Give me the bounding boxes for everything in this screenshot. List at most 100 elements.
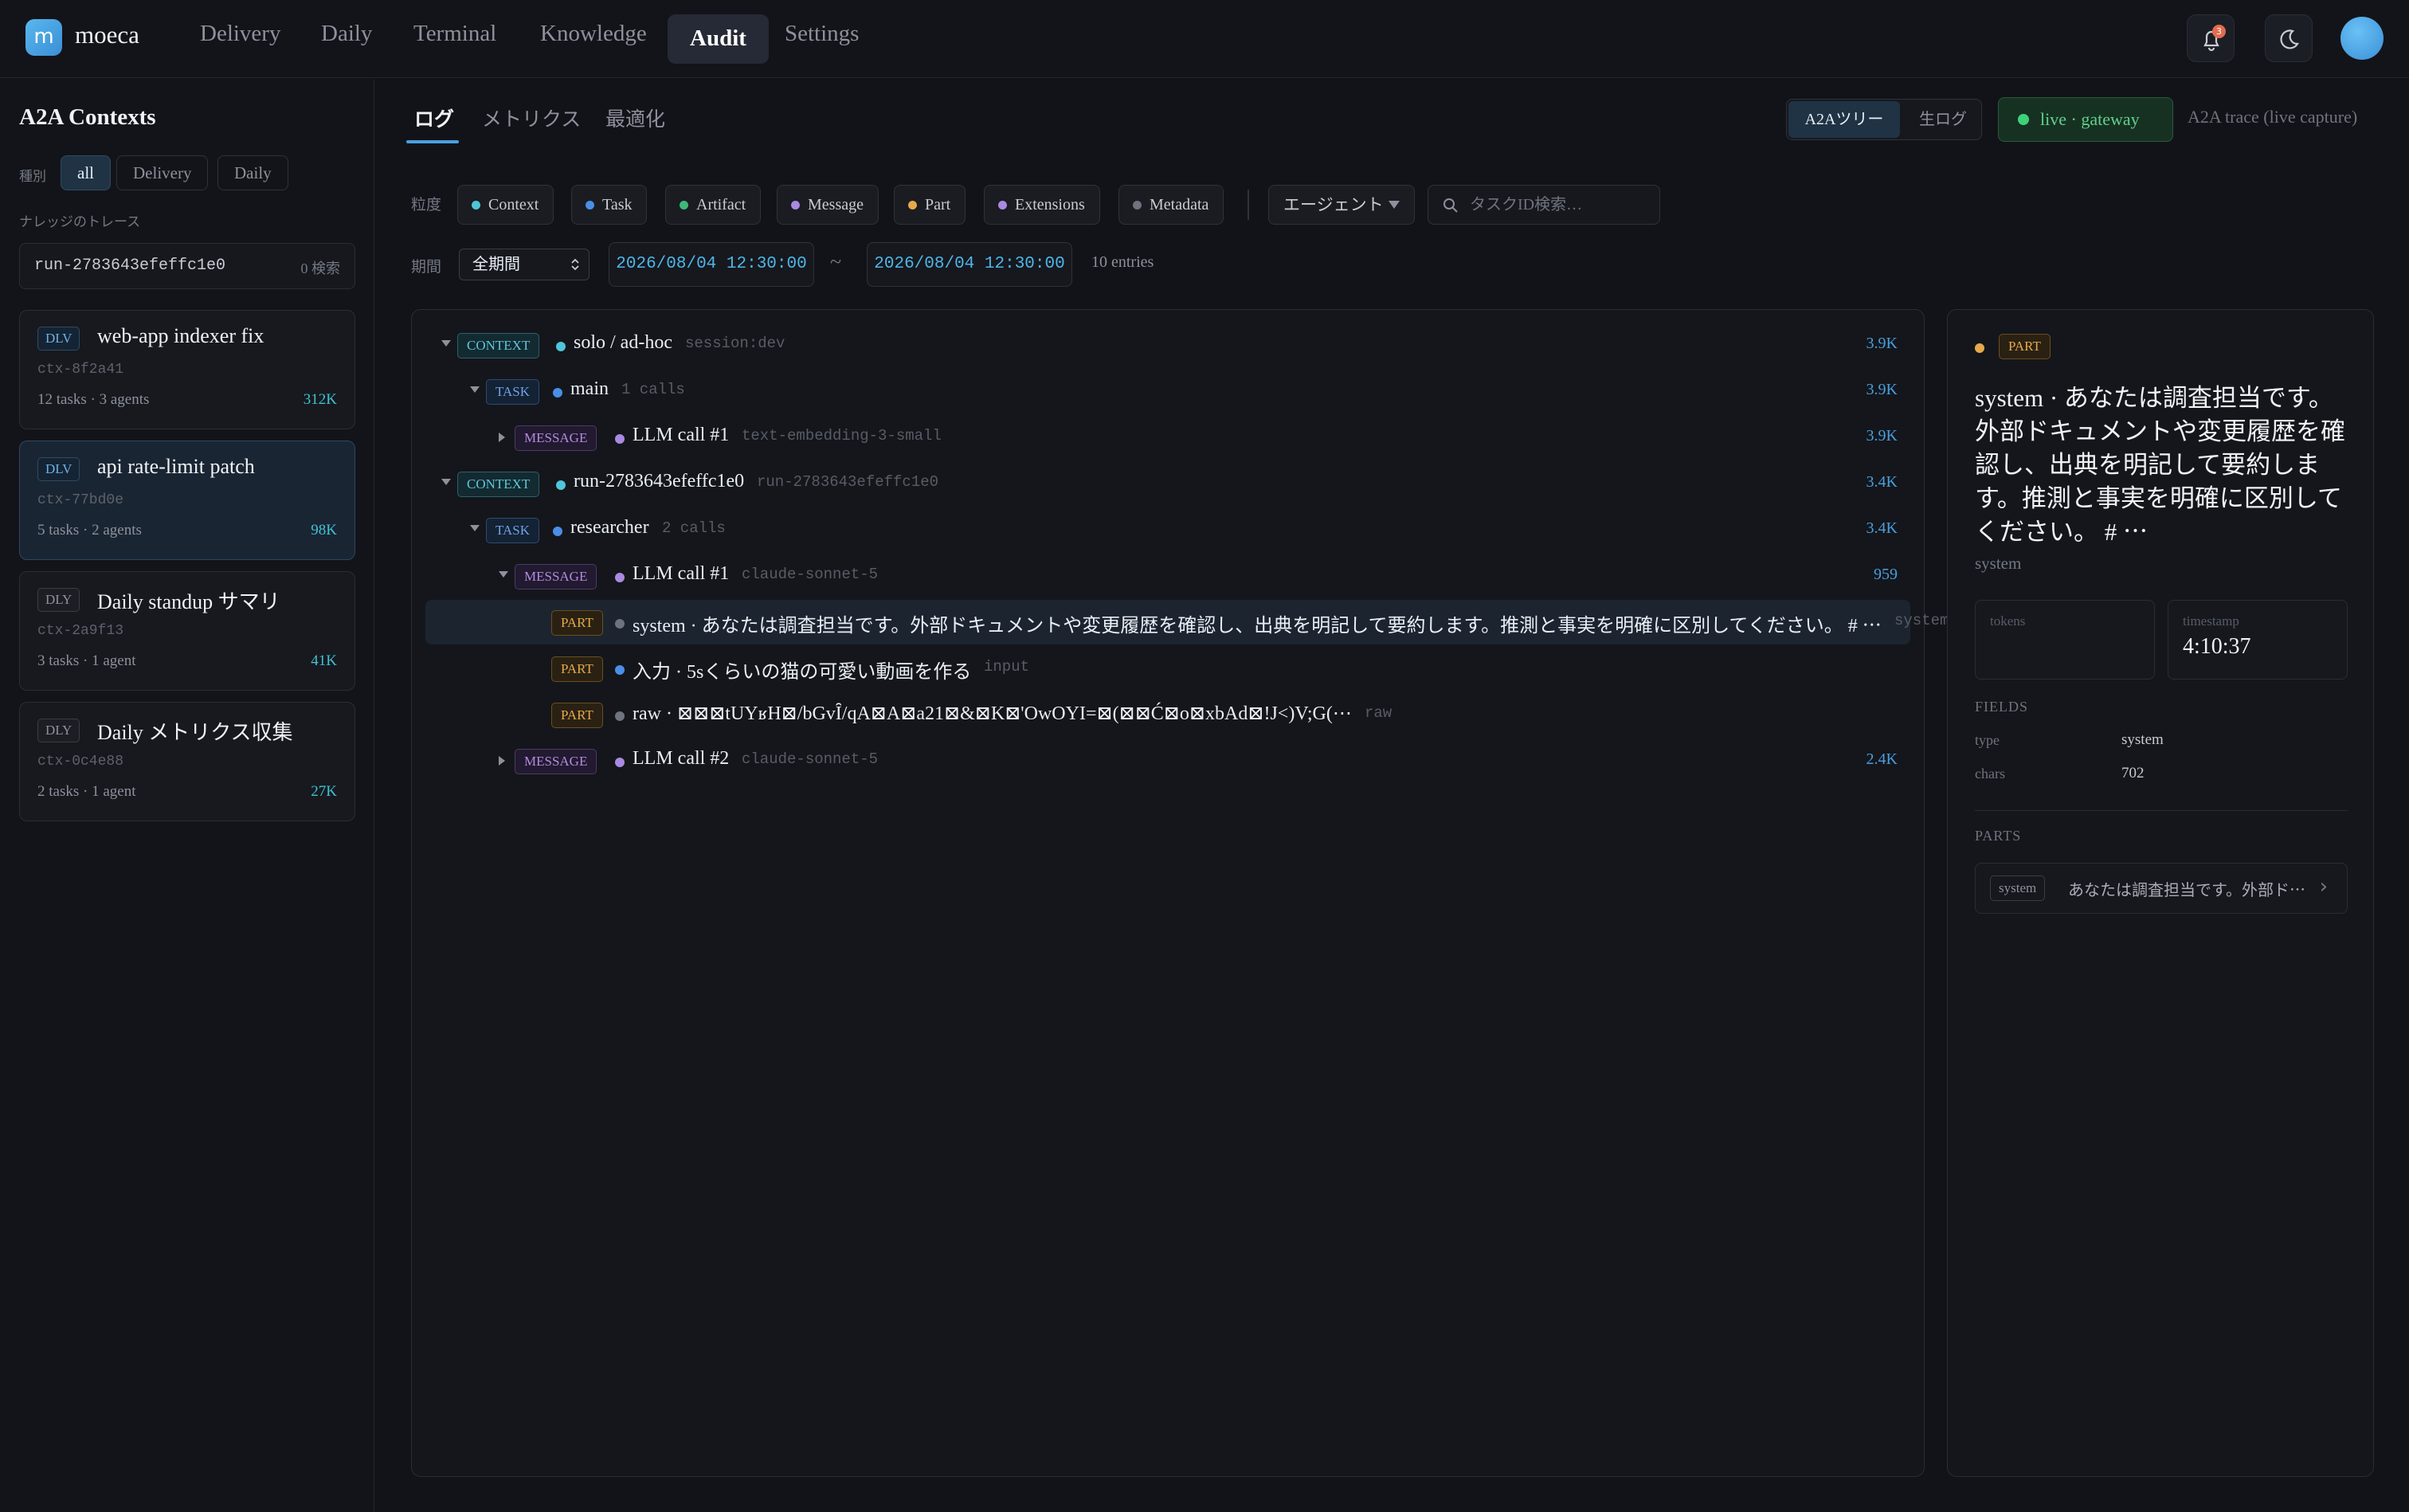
date-to-input[interactable]: 2026/08/04 12:30:00	[867, 242, 1072, 287]
trace-search-count: 0 検索	[300, 260, 341, 276]
filter-metadata-chip[interactable]: Metadata	[1118, 185, 1224, 225]
tree-row[interactable]: PART raw · ⊠⊠⊠tUYʁH⊠/bGvȊ/qA⊠A⊠a21⊠&⊠K⊠'O…	[425, 692, 1910, 737]
tree-row[interactable]: MESSAGE LLM call #1 text-embedding-3-small…	[425, 415, 1910, 460]
search-icon	[1443, 198, 1458, 213]
top-navigation-bar: m moeca Delivery Daily Terminal Knowledg…	[0, 0, 2409, 78]
tree-row[interactable]: PART 入力 · 5sくらいの猫の可愛い動画を作る input	[425, 646, 1910, 691]
period-label: 期間	[411, 259, 442, 276]
nav-terminal[interactable]: Terminal	[413, 21, 496, 47]
node-subtitle: text-embedding-3-small	[742, 427, 942, 445]
filter-daily-chip[interactable]: Daily	[217, 155, 288, 190]
filter-context-chip[interactable]: Context	[457, 185, 554, 225]
node-subtitle: 1 calls	[621, 381, 685, 398]
nav-settings[interactable]: Settings	[785, 21, 859, 47]
tree-row[interactable]: PART system · あなたは調査担当です。外部ドキュメントや変更履歴を確認…	[425, 600, 1949, 644]
context-token-count: 98K	[311, 522, 337, 539]
caret-down-icon[interactable]	[441, 340, 451, 347]
user-avatar[interactable]	[2340, 17, 2384, 60]
message-dot-icon	[791, 201, 800, 210]
chip-label: Context	[488, 196, 539, 213]
trace-capture-label: A2A trace (live capture)	[2188, 107, 2358, 127]
caret-down-icon[interactable]	[499, 571, 508, 578]
node-type-tag: CONTEXT	[457, 333, 540, 358]
live-status-dot	[2018, 114, 2029, 125]
context-card-selected[interactable]: DLV api rate-limit patch ctx-77bd0e 5 ta…	[19, 441, 355, 560]
chip-label: Extensions	[1015, 196, 1085, 213]
context-title: Daily standup サマリ	[97, 590, 280, 613]
node-token-count: 2.4K	[1866, 750, 1898, 768]
app-logo[interactable]: m	[25, 19, 62, 56]
filter-artifact-chip[interactable]: Artifact	[665, 185, 762, 225]
field-value: system	[2121, 731, 2164, 748]
node-type-tag: TASK	[486, 518, 540, 543]
tree-row[interactable]: TASK researcher 2 calls 3.4K	[425, 507, 1910, 552]
tab-metrics[interactable]: メトリクス	[482, 104, 581, 132]
tree-row[interactable]: TASK main 1 calls 3.9K	[425, 369, 1910, 413]
timestamp-label: timestamp	[2183, 613, 2239, 629]
context-meta: 2 tasks · 1 agent	[37, 783, 136, 800]
field-key: type	[1975, 732, 2000, 748]
node-label: LLM call #1	[633, 425, 730, 445]
entries-count: 10 entries	[1091, 253, 1154, 271]
nav-audit[interactable]: Audit	[668, 14, 769, 64]
node-subtitle: run-2783643efeffc1e0	[757, 473, 939, 491]
app-name[interactable]: moeca	[75, 21, 139, 49]
view-raw-log-button[interactable]: 生ログ	[1906, 101, 1980, 138]
node-type-tag: TASK	[486, 379, 540, 405]
caret-right-icon[interactable]	[499, 433, 505, 442]
node-token-count: 3.9K	[1866, 381, 1898, 398]
context-type-tag: DLV	[37, 327, 80, 351]
period-value: 全期間	[472, 256, 520, 273]
tree-row[interactable]: CONTEXT run-2783643efeffc1e0 run-2783643ef…	[425, 461, 1910, 506]
date-from-input[interactable]: 2026/08/04 12:30:00	[609, 242, 814, 287]
agent-select[interactable]: エージェント	[1268, 185, 1415, 225]
theme-toggle-button[interactable]	[2265, 14, 2313, 62]
filter-delivery-chip[interactable]: Delivery	[116, 155, 209, 190]
bell-icon	[2203, 30, 2219, 52]
filter-all-chip[interactable]: all	[61, 155, 111, 190]
dropdown-arrow-icon	[1389, 201, 1400, 209]
period-select[interactable]: 全期間	[459, 249, 590, 280]
view-toggle: A2Aツリー 生ログ	[1786, 99, 1982, 140]
node-token-count: 3.4K	[1866, 519, 1898, 537]
nav-daily[interactable]: Daily	[321, 21, 372, 47]
filter-part-chip[interactable]: Part	[894, 185, 966, 225]
updown-chevron-icon	[571, 258, 579, 271]
chevron-right-icon: ›	[2319, 875, 2328, 899]
tree-row[interactable]: MESSAGE LLM call #1 claude-sonnet-5 959	[425, 554, 1910, 598]
tab-log[interactable]: ログ	[414, 104, 454, 132]
nav-knowledge[interactable]: Knowledge	[540, 21, 647, 47]
sidebar-title: A2A Contexts	[19, 104, 156, 130]
filter-message-chip[interactable]: Message	[777, 185, 879, 225]
tab-optimize[interactable]: 最適化	[605, 104, 665, 132]
context-card[interactable]: DLY Daily standup サマリ ctx-2a9f13 3 tasks…	[19, 571, 355, 691]
detail-title: system · あなたは調査担当です。外部ドキュメントや変更履歴を確認し、出典…	[1975, 384, 2345, 546]
node-token-count: 3.9K	[1866, 427, 1898, 445]
notifications-button[interactable]: 3	[2187, 14, 2235, 62]
trace-run-field[interactable]: run-2783643efeffc1e0 0 検索	[19, 243, 355, 289]
part-list-item[interactable]: system あなたは調査担当です。外部ド⋯ ›	[1975, 863, 2348, 914]
node-label: system · あなたは調査担当です。外部ドキュメントや変更履歴を確認し、出典…	[633, 616, 1882, 637]
context-card[interactable]: DLV web-app indexer fix ctx-8f2a41 12 ta…	[19, 310, 355, 429]
active-tab-indicator	[406, 140, 459, 143]
fields-header: FIELDS	[1975, 699, 2029, 715]
tokens-label: tokens	[1990, 613, 2026, 629]
caret-down-icon[interactable]	[470, 525, 480, 531]
tree-row[interactable]: CONTEXT solo / ad-hoc session:dev 3.9K	[425, 323, 1910, 367]
context-card[interactable]: DLY Daily メトリクス収集 ctx-0c4e88 2 tasks · 1…	[19, 702, 355, 821]
caret-down-icon[interactable]	[470, 386, 480, 393]
moon-icon	[2280, 29, 2299, 49]
filter-extensions-chip[interactable]: Extensions	[984, 185, 1100, 225]
view-tree-button[interactable]: A2Aツリー	[1788, 101, 1900, 138]
task-id-search-input[interactable]: タスクID検索…	[1428, 185, 1660, 225]
field-key: chars	[1975, 766, 2005, 781]
caret-right-icon[interactable]	[499, 756, 505, 766]
filter-task-chip[interactable]: Task	[571, 185, 648, 225]
node-label: LLM call #1	[633, 563, 730, 584]
filter-divider	[1248, 190, 1249, 220]
node-type-tag: MESSAGE	[515, 425, 597, 451]
node-label: run-2783643efeffc1e0	[574, 471, 745, 492]
tree-row[interactable]: MESSAGE LLM call #2 claude-sonnet-5 2.4K	[425, 738, 1910, 783]
nav-delivery[interactable]: Delivery	[200, 21, 280, 47]
caret-down-icon[interactable]	[441, 479, 451, 485]
